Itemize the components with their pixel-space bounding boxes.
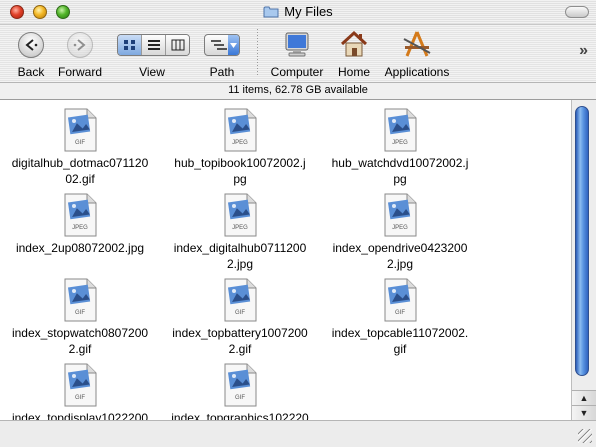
image-file-icon: JPEG [384,193,417,237]
computer-icon [285,32,309,57]
column-view-button[interactable] [166,35,189,55]
image-file-icon: GIF [384,278,417,322]
scroll-up-button[interactable]: ▲ [572,390,596,405]
file-name-line-2: 2.gif [228,342,252,356]
file-type-badge: GIF [395,310,405,316]
home-icon [340,30,368,57]
applications-label: Applications [384,65,450,79]
toolbar-divider [257,29,258,77]
list-view-icon [147,40,160,50]
image-file-icon: GIF [64,278,97,322]
file-name: hub_topibook10072002.jpg [160,155,320,187]
file-type-badge: GIF [75,310,85,316]
image-file-icon: GIF [224,278,257,322]
file-type-badge: JPEG [232,225,248,231]
view-segmented-control [117,34,190,56]
file-name-line-1: index_topbattery1007200 [172,326,308,340]
applications-button[interactable]: Applications [382,25,452,82]
file-name: index_stopwatch0807200 2.gif [0,325,160,357]
back-label: Back [17,65,45,79]
file-type-badge: JPEG [232,140,248,146]
forward-button[interactable]: Forward [55,25,105,82]
file-type-badge: JPEG [72,225,88,231]
file-name-line-2: 02.gif [65,172,95,186]
column-view-icon [171,39,184,51]
file-name-line-1: hub_topibook10072002.j [174,156,306,170]
file-name: index_topbattery1007200 2.gif [160,325,320,357]
file-name-line-2: gif [393,342,407,356]
file-name-line-2: pg [233,172,247,186]
image-file-icon: JPEG [384,108,417,152]
file-type-badge: JPEG [392,225,408,231]
file-icon-grid: GIF digitalhub_dotmac071120 02.gif JPEG hub_… [0,100,571,420]
resize-grip-icon[interactable] [578,429,592,443]
image-file-icon: GIF [64,108,97,152]
computer-label: Computer [270,65,324,79]
vertical-scrollbar[interactable]: ▲ ▼ [571,100,596,420]
file-type-badge: GIF [75,140,85,146]
file-name-line-1: index_digitalhub0711200 [173,241,307,255]
file-type-badge: GIF [235,395,245,401]
list-view-button[interactable] [142,35,166,55]
file-name-line-2: 2.gif [68,342,92,356]
file-name-line-2: pg [393,172,407,186]
file-name: index_topgraphics102220 [160,410,320,420]
file-name-line-1: hub_watchdvd10072002.j [331,156,469,170]
path-button[interactable]: Path [200,25,244,82]
toolbar: Back Forward View Path Computer Home App… [0,25,596,82]
title-bar[interactable]: My Files [0,0,596,25]
file-name-line-1: index_topdisplay1022200 [11,411,149,420]
forward-arrow-icon [67,32,93,58]
file-name: digitalhub_dotmac071120 02.gif [0,155,160,187]
window-bottom-bar [0,420,596,447]
image-file-icon: JPEG [64,193,97,237]
path-popup[interactable] [204,34,240,56]
file-name-line-1: index_stopwatch0807200 [11,326,149,340]
icon-view-icon [123,40,135,50]
image-file-icon: GIF [224,363,257,407]
image-file-icon: GIF [64,363,97,407]
window-title: My Files [284,4,333,19]
file-type-badge: GIF [235,310,245,316]
toolbar-toggle-button[interactable] [565,6,589,18]
file-name: index_2up08072002.jpg [0,240,160,256]
file-type-badge: JPEG [392,140,408,146]
view-control: View [116,25,190,82]
icon-view-button[interactable] [118,35,142,55]
back-button[interactable]: Back [10,25,52,82]
file-name-line-1: index_topgraphics102220 [171,411,309,420]
file-name: index_digitalhub0711200 2.jpg [160,240,320,272]
scroll-down-button[interactable]: ▼ [572,405,596,420]
forward-label: Forward [57,65,102,79]
image-file-icon: JPEG [224,193,257,237]
path-label: Path [209,65,235,79]
file-name-line-2: 2.jpg [386,257,414,271]
file-name-line-1: index_opendrive0423200 [332,241,468,255]
file-name-line-2: 2.jpg [226,257,254,271]
file-name: hub_watchdvd10072002.jpg [320,155,480,187]
status-text: 11 items, 62.78 GB available [228,84,368,96]
computer-button[interactable]: Computer [267,25,327,82]
finder-window: My Files Back Forward View Path Computer… [0,0,596,447]
scroll-thumb[interactable] [575,106,589,376]
file-type-badge: GIF [75,395,85,401]
folder-icon [263,6,279,18]
home-button[interactable]: Home [334,25,374,82]
chevron-down-icon [228,35,239,55]
back-arrow-icon [18,32,44,58]
file-name-line-1: digitalhub_dotmac071120 [11,156,149,170]
file-name: index_topcable11072002.gif [320,325,480,357]
applications-icon [403,31,431,57]
window-title-area: My Files [0,4,596,21]
file-name-line-1: index_2up08072002.jpg [15,241,145,255]
file-name: index_topdisplay1022200 [0,410,160,420]
file-name-line-1: index_topcable11072002. [331,326,469,340]
toolbar-overflow-icon[interactable]: » [579,42,588,60]
view-label: View [139,65,165,79]
status-bar: 11 items, 62.78 GB available [0,82,596,100]
image-file-icon: JPEG [224,108,257,152]
home-label: Home [337,65,370,79]
file-name: index_opendrive0423200 2.jpg [320,240,480,272]
